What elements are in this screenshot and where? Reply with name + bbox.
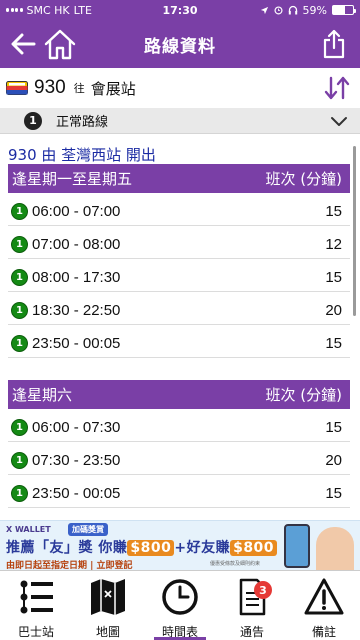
time-range: 07:30 - 23:50 <box>32 451 121 469</box>
swap-direction-button[interactable] <box>322 74 352 102</box>
section-header-saturday: 逢星期六 班次 (分鐘) <box>8 380 350 409</box>
time-range: 07:00 - 08:00 <box>32 235 121 253</box>
time-range: 06:00 - 07:30 <box>32 418 121 436</box>
frequency-value: 15 <box>325 418 342 436</box>
route-destination: 會展站 <box>90 79 136 98</box>
variant-badge: 1 <box>11 334 28 352</box>
map-icon <box>91 579 125 615</box>
variant-badge: 1 <box>11 202 28 220</box>
clock-icon <box>162 579 198 615</box>
variant-badge: 1 <box>11 268 28 286</box>
timetable-content[interactable]: 930 由 荃灣西站 開出 逢星期一至星期五 班次 (分鐘) 1 06:00 -… <box>0 134 360 520</box>
back-button[interactable] <box>6 20 40 68</box>
tab-notices[interactable]: 3 通告 <box>216 571 288 640</box>
route-variant-selector[interactable]: 1 正常路線 <box>0 108 360 134</box>
person-illustration <box>316 527 354 570</box>
banner-headline-part-a: 推薦「友」獎 你賺 <box>6 540 128 556</box>
banner-headline-part-b: +好友賺 <box>174 540 231 556</box>
headphones-icon <box>288 5 297 15</box>
swap-direction-icon <box>324 76 350 100</box>
tab-label: 地圖 <box>95 625 120 639</box>
share-icon <box>323 29 345 59</box>
ad-banner[interactable]: X WALLET 加碼獎賞 推薦「友」獎 你賺 $800 +好友賺 $800 由即日起… <box>0 520 360 570</box>
tab-timetable[interactable]: 時間表 <box>144 571 216 640</box>
frequency-value: 12 <box>325 235 342 253</box>
tab-map[interactable]: 地圖 <box>72 571 144 640</box>
phone-illustration <box>284 524 310 568</box>
timetable-row: 1 23:50 - 00:05 15 <box>8 329 350 358</box>
warning-icon <box>304 578 344 615</box>
tab-bus-stops[interactable]: 巴士站 <box>0 571 72 640</box>
frequency-value: 20 <box>325 451 342 469</box>
nav-bar: 路線資料 <box>0 20 360 68</box>
section-title: 逢星期一至星期五 <box>12 170 133 188</box>
home-icon <box>44 29 76 60</box>
variant-label: 正常路線 <box>56 115 109 130</box>
timetable-row: 1 06:00 - 07:00 15 <box>8 197 350 226</box>
frequency-header: 班次 (分鐘) <box>265 386 342 404</box>
time-range: 23:50 - 00:05 <box>32 484 121 502</box>
alarm-icon <box>274 6 283 15</box>
section-header-weekdays: 逢星期一至星期五 班次 (分鐘) <box>8 164 350 193</box>
variant-badge: 1 <box>11 484 28 502</box>
status-bar: SMC HK LTE 17:30 59% <box>0 0 360 20</box>
route-number: 930 <box>34 77 66 98</box>
signal-icon <box>6 8 23 12</box>
variant-badge: 1 <box>11 451 28 469</box>
section-title: 逢星期六 <box>12 386 73 404</box>
route-header: 930 往 會展站 <box>0 68 360 108</box>
frequency-value: 20 <box>325 301 342 319</box>
departure-info: 930 由 荃灣西站 開出 <box>8 146 156 164</box>
banner-amount-a: $800 <box>127 540 175 556</box>
frequency-value: 15 <box>325 202 342 220</box>
notification-badge: 3 <box>254 581 272 599</box>
bus-icon <box>6 81 28 95</box>
variant-badge: 1 <box>11 301 28 319</box>
banner-subtext: 由即日起至指定日期 | 立即登記 <box>6 561 133 570</box>
tab-label: 通告 <box>239 625 264 639</box>
timetable-row: 1 23:50 - 00:05 15 <box>8 479 350 508</box>
tab-label: 巴士站 <box>17 625 54 639</box>
time-range: 18:30 - 22:50 <box>32 301 121 319</box>
time-range: 06:00 - 07:00 <box>32 202 121 220</box>
bottom-tab-bar: 巴士站 地圖 時間表 3 通告 備註 <box>0 570 360 640</box>
banner-headline: 推薦「友」獎 你賺 $800 +好友賺 $800 <box>6 537 278 557</box>
time-range: 08:00 - 17:30 <box>32 268 121 286</box>
carrier-label: SMC HK <box>26 3 70 17</box>
banner-amount-b: $800 <box>230 540 278 556</box>
banner-fine-print: 優惠受條款及細則約束 <box>210 561 261 567</box>
banner-logo: X WALLET <box>6 525 51 534</box>
frequency-value: 15 <box>325 268 342 286</box>
timetable-row: 1 18:30 - 22:50 20 <box>8 296 350 325</box>
time-range: 23:50 - 00:05 <box>32 334 121 352</box>
variant-badge: 1 <box>11 235 28 253</box>
timetable-row: 1 08:00 - 17:30 15 <box>8 263 350 292</box>
variant-number-badge: 1 <box>24 111 42 130</box>
battery-icon <box>332 5 356 15</box>
timetable-row: 1 06:00 - 07:30 15 <box>8 413 350 442</box>
frequency-header: 班次 (分鐘) <box>265 170 342 188</box>
bus-stop-icon <box>20 580 53 614</box>
share-button[interactable] <box>318 26 350 62</box>
tab-remarks[interactable]: 備註 <box>288 571 360 640</box>
timetable-row: 1 07:00 - 08:00 12 <box>8 230 350 259</box>
tab-label: 備註 <box>311 625 336 639</box>
network-label: LTE <box>73 3 92 17</box>
frequency-value: 15 <box>325 334 342 352</box>
timetable-row: 1 07:30 - 23:50 20 <box>8 446 350 475</box>
home-button[interactable] <box>40 20 80 68</box>
location-icon <box>260 6 268 14</box>
chevron-down-icon <box>331 117 347 126</box>
scrollbar[interactable] <box>353 146 356 316</box>
frequency-value: 15 <box>325 484 342 502</box>
variant-badge: 1 <box>11 418 28 436</box>
banner-tag: 加碼獎賞 <box>68 523 108 536</box>
battery-percent: 59% <box>302 3 327 17</box>
direction-to-label: 往 <box>73 82 85 95</box>
arrow-left-icon <box>11 33 36 55</box>
